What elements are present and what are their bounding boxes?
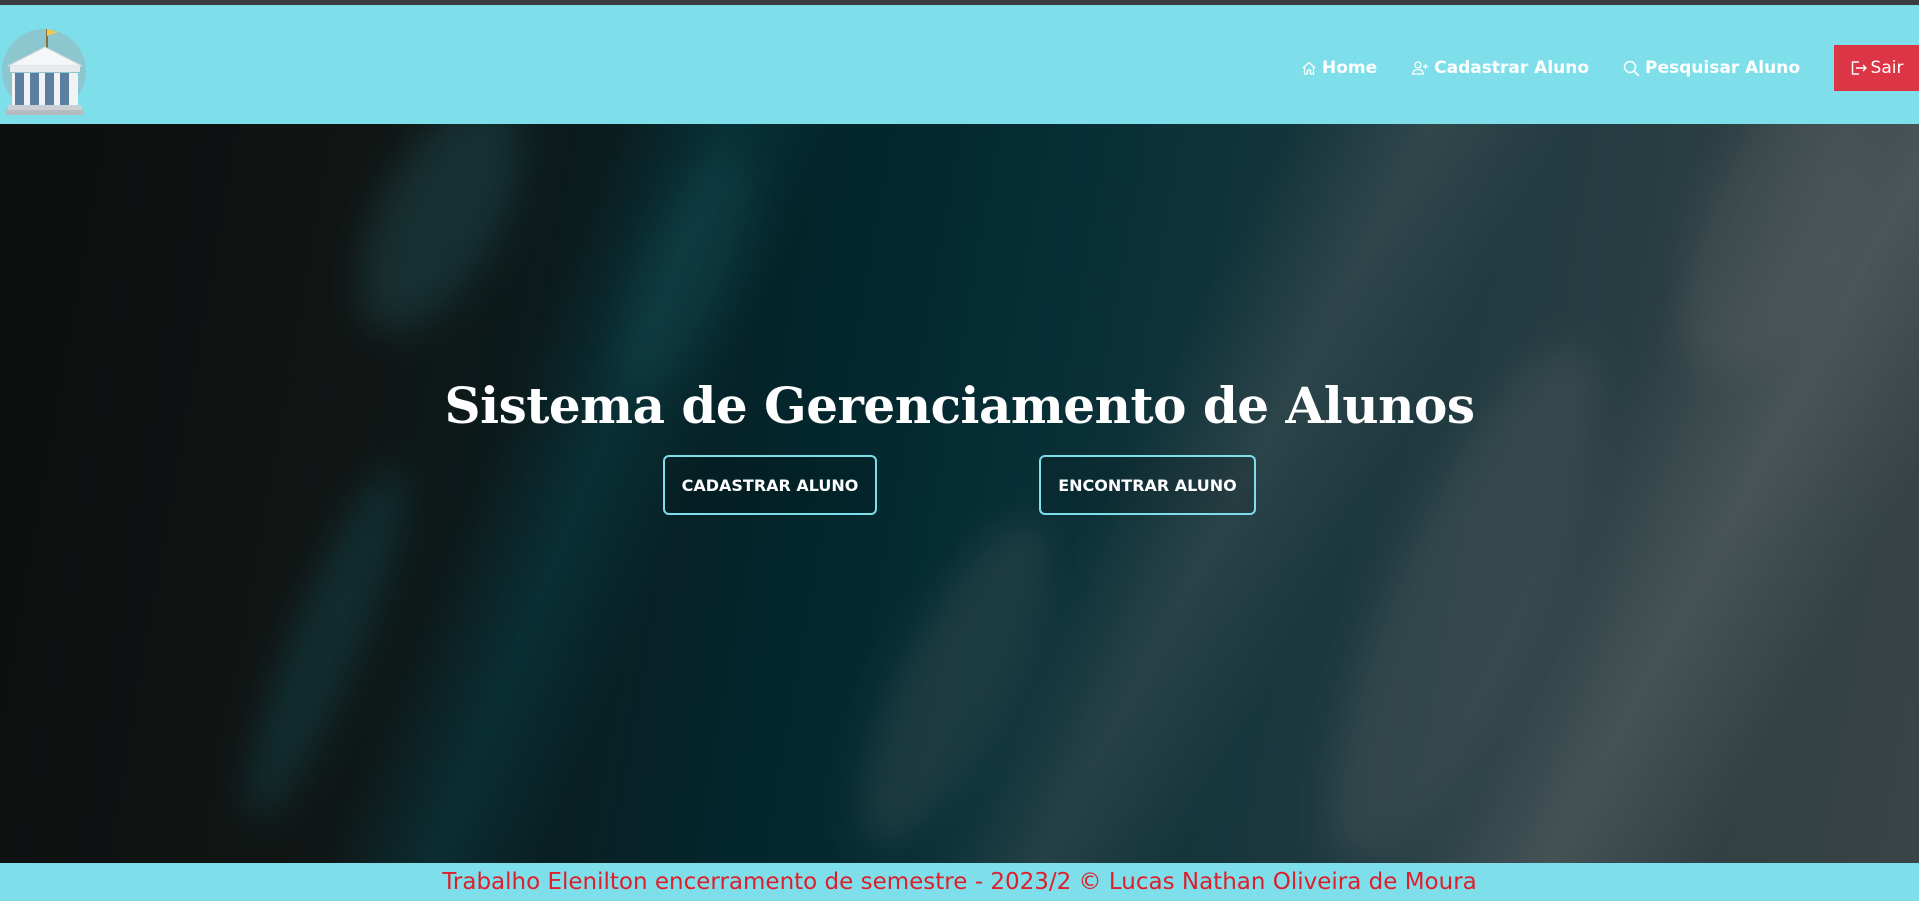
nav-links: Home Cadastrar Aluno Pesquisar Aluno Sai…: [1301, 42, 1919, 94]
search-icon: [1623, 60, 1640, 76]
cadastrar-aluno-button[interactable]: CADASTRAR ALUNO: [663, 455, 877, 515]
navbar: Home Cadastrar Aluno Pesquisar Aluno Sai…: [0, 5, 1919, 124]
footer-text: Trabalho Elenilton encerramento de semes…: [442, 869, 1477, 895]
hero-light-streak: [826, 498, 1084, 863]
sair-button[interactable]: Sair: [1834, 45, 1919, 91]
bank-building-logo[interactable]: [0, 21, 90, 117]
nav-home-label: Home: [1322, 58, 1378, 78]
hero-light-streak: [221, 454, 429, 834]
person-plus-icon: [1411, 61, 1429, 75]
logout-icon: [1851, 61, 1867, 75]
nav-pesquisar-link[interactable]: Pesquisar Aluno: [1623, 58, 1800, 78]
nav-pesquisar-label: Pesquisar Aluno: [1645, 58, 1800, 78]
hero-title: Sistema de Gerenciamento de Alunos: [444, 376, 1476, 435]
nav-cadastrar-label: Cadastrar Aluno: [1434, 58, 1590, 78]
hero-light-streak: [325, 124, 555, 357]
hero-light-streak: [1641, 124, 1909, 401]
sair-label: Sair: [1870, 58, 1904, 78]
nav-cadastrar-link[interactable]: Cadastrar Aluno: [1411, 58, 1589, 78]
house-icon: [1302, 61, 1316, 75]
encontrar-aluno-button[interactable]: ENCONTRAR ALUNO: [1039, 455, 1256, 515]
hero-section: Sistema de Gerenciamento de Alunos CADAS…: [0, 124, 1919, 863]
footer: Trabalho Elenilton encerramento de semes…: [0, 863, 1919, 901]
hero-light-streak: [591, 136, 779, 412]
nav-home-link[interactable]: Home: [1301, 58, 1377, 78]
